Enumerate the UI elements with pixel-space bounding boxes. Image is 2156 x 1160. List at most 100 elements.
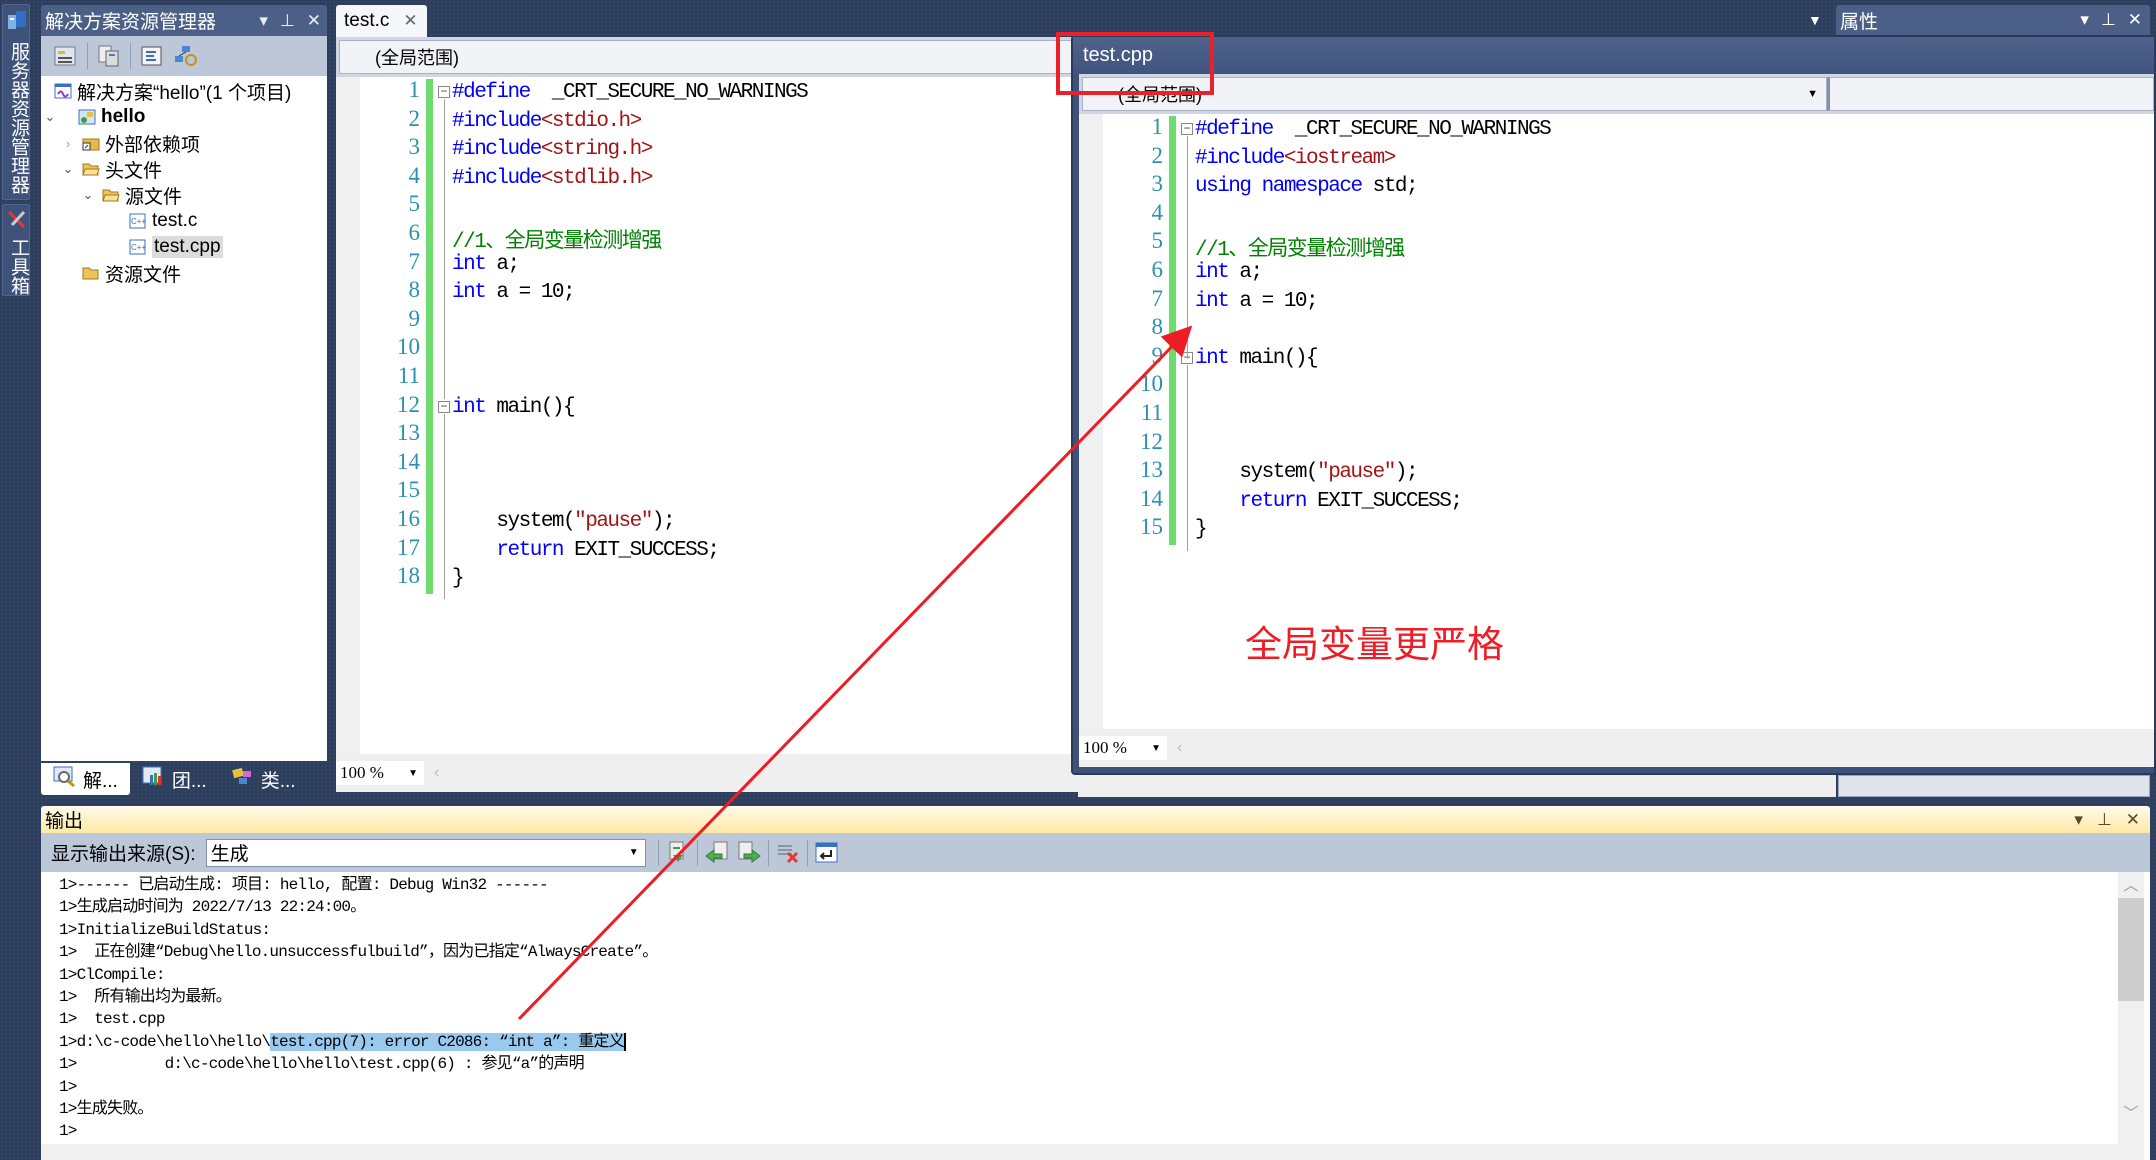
show-all-files-icon[interactable] (96, 43, 122, 69)
solution-explorer-title: 解决方案资源管理器 (45, 12, 217, 33)
view-code-icon[interactable] (139, 43, 165, 69)
zoom-dropdown[interactable]: 100 % ▼ (336, 761, 424, 785)
clear-all-icon[interactable] (775, 840, 801, 866)
code-line[interactable]: int a; (1195, 261, 1263, 284)
output-panel: 输出 ▾ ⊥ ✕ 显示输出来源(S): 生成 ▼ 1>------ 已启动生成:… (41, 806, 2150, 1160)
folder-open-icon (81, 160, 101, 178)
tree-item-external-deps[interactable]: › 外部依赖项 (41, 130, 327, 156)
scroll-down-icon[interactable]: ﹀ (2118, 1102, 2144, 1126)
pin-icon[interactable]: ⊥ (2097, 810, 2112, 830)
line-number: 14 (1140, 485, 1163, 511)
code-line[interactable]: #include<iostream> (1195, 146, 1396, 170)
panel-menu-dropdown-icon[interactable]: ▾ (2074, 810, 2083, 830)
collapse-region-icon[interactable]: − (438, 85, 450, 98)
code-line[interactable]: #define _CRT_SECURE_NO_WARNINGS (452, 81, 809, 104)
zoom-dropdown[interactable]: 100 % ▼ (1079, 736, 1167, 760)
dropdown-arrow-icon: ▼ (628, 847, 639, 858)
member-dropdown[interactable] (1827, 77, 2154, 111)
code-token: //1、全局变量检测增强 (452, 231, 662, 254)
go-to-line-icon[interactable] (665, 840, 691, 866)
tab-test-c[interactable]: test.c ✕ (336, 5, 427, 37)
scrollbar-thumb[interactable] (2118, 898, 2144, 1001)
scroll-up-icon[interactable]: ︿ (2118, 874, 2144, 898)
code-line[interactable]: return EXIT_SUCCESS; (452, 538, 720, 562)
tree-item-project[interactable]: ⌄ hello (41, 104, 327, 130)
line-number: 6 (1151, 257, 1164, 282)
output-log[interactable]: 1>------ 已启动生成: 项目: hello, 配置: Debug Win… (59, 874, 658, 1160)
code-line[interactable]: system("pause"); (1195, 461, 1418, 484)
code-line[interactable]: //1、全局变量检测增强 (1195, 232, 1405, 262)
output-error-line[interactable]: 1>d:\c-code\hello\hello\test.cpp(7): err… (59, 1031, 657, 1053)
code-line[interactable]: #include<stdlib.h> (452, 167, 653, 190)
change-indicator-bar (426, 164, 433, 194)
expand-chevron-icon[interactable]: ⌄ (79, 187, 97, 203)
change-indicator-bar (426, 565, 433, 594)
line-number: 12 (397, 391, 420, 417)
code-line[interactable]: #include<string.h> (452, 138, 653, 162)
next-message-icon[interactable] (736, 840, 762, 866)
class-diagram-icon[interactable] (173, 43, 199, 69)
panel-menu-dropdown-icon[interactable]: ▾ (2080, 10, 2089, 30)
code-line[interactable]: int a; (452, 253, 520, 276)
collapse-region-icon[interactable]: − (438, 400, 450, 413)
code-line[interactable]: //1、全局变量检测增强 (452, 224, 662, 254)
close-icon[interactable]: ✕ (2128, 10, 2142, 30)
vertical-scrollbar[interactable]: ︿ ﹀ (2118, 872, 2144, 1160)
properties-icon[interactable] (53, 43, 79, 69)
code-line[interactable]: system("pause"); (452, 510, 675, 533)
code-line[interactable]: } (452, 567, 465, 590)
prev-message-icon[interactable] (704, 840, 730, 866)
tree-item-test-c[interactable]: C++ test.c (41, 208, 327, 234)
expand-chevron-icon[interactable]: ⌄ (41, 109, 59, 125)
pin-icon[interactable]: ⊥ (2101, 10, 2116, 30)
output-content[interactable]: 1>------ 已启动生成: 项目: hello, 配置: Debug Win… (41, 872, 2150, 1160)
horizontal-scrollbar[interactable] (41, 1144, 2118, 1160)
word-wrap-icon[interactable] (814, 840, 840, 866)
code-line[interactable]: int a = 10; (1195, 289, 1319, 313)
change-indicator-bar (426, 536, 433, 566)
tree-item-resource-files[interactable]: 资源文件 (41, 260, 327, 286)
tree-item-solution[interactable]: 解决方案“hello”(1 个项目) (41, 78, 327, 104)
code-token: return (1239, 489, 1307, 513)
server-explorer-tab[interactable]: 服务器资源管理器 (2, 4, 30, 200)
output-source-dropdown[interactable]: 生成 ▼ (205, 838, 646, 867)
code-line[interactable]: #define _CRT_SECURE_NO_WARNINGS (1195, 118, 1552, 141)
close-icon[interactable]: ✕ (307, 11, 321, 31)
code-token: #include (1195, 146, 1285, 170)
code-line[interactable]: int a = 10; (452, 281, 576, 304)
code-token: int (1195, 289, 1230, 313)
change-indicator-bar (1169, 373, 1176, 402)
close-tab-icon[interactable]: ✕ (403, 11, 417, 31)
code-editor[interactable]: 1− #define _CRT_SECURE_NO_WARNINGS 2 #inclu… (360, 77, 1078, 754)
code-token: EXIT_SUCCESS; (563, 538, 720, 562)
scope-dropdown[interactable]: (全局范围) (339, 40, 1075, 74)
code-line[interactable]: int main(){ (1195, 347, 1319, 370)
expand-chevron-icon[interactable]: ⌄ (59, 161, 77, 177)
active-files-dropdown-icon[interactable]: ▼ (1808, 12, 1822, 28)
panel-menu-dropdown-icon[interactable]: ▾ (259, 11, 268, 31)
solution-icon (53, 82, 73, 100)
code-token: #include (452, 138, 542, 162)
tab-class-view[interactable]: 类... (219, 763, 308, 795)
floating-window-titlebar[interactable]: test.cpp (1073, 37, 2154, 74)
code-line[interactable]: } (1195, 518, 1208, 541)
tree-item-source-files[interactable]: ⌄ 源文件 (41, 182, 327, 208)
tab-solution-explorer[interactable]: 解... (41, 763, 130, 795)
collapsed-chevron-icon[interactable]: › (59, 136, 77, 151)
code-line[interactable]: return EXIT_SUCCESS; (1195, 489, 1463, 513)
close-icon[interactable]: ✕ (2126, 810, 2140, 830)
scroll-left-icon[interactable]: ‹ (434, 764, 439, 782)
pin-icon[interactable]: ⊥ (280, 11, 295, 31)
tree-item-header-files[interactable]: ⌄ 头文件 (41, 156, 327, 182)
code-line[interactable]: #include<stdio.h> (452, 110, 642, 133)
change-indicator-bar (1169, 402, 1176, 431)
toolbox-tab[interactable]: 工具箱 (2, 204, 30, 296)
horizontal-scrollbar[interactable] (1078, 775, 1836, 797)
code-line[interactable]: using namespace std; (1195, 175, 1419, 198)
selected-error-text[interactable]: test.cpp(7): error C2086: “int a”: 重定义 (270, 1032, 626, 1051)
collapse-region-icon[interactable]: − (1181, 122, 1193, 135)
scroll-left-icon[interactable]: ‹ (1177, 739, 1182, 757)
tree-item-test-cpp[interactable]: C++ test.cpp (41, 234, 327, 260)
code-line[interactable]: int main(){ (452, 396, 576, 419)
tab-team-explorer[interactable]: 团... (130, 763, 219, 795)
